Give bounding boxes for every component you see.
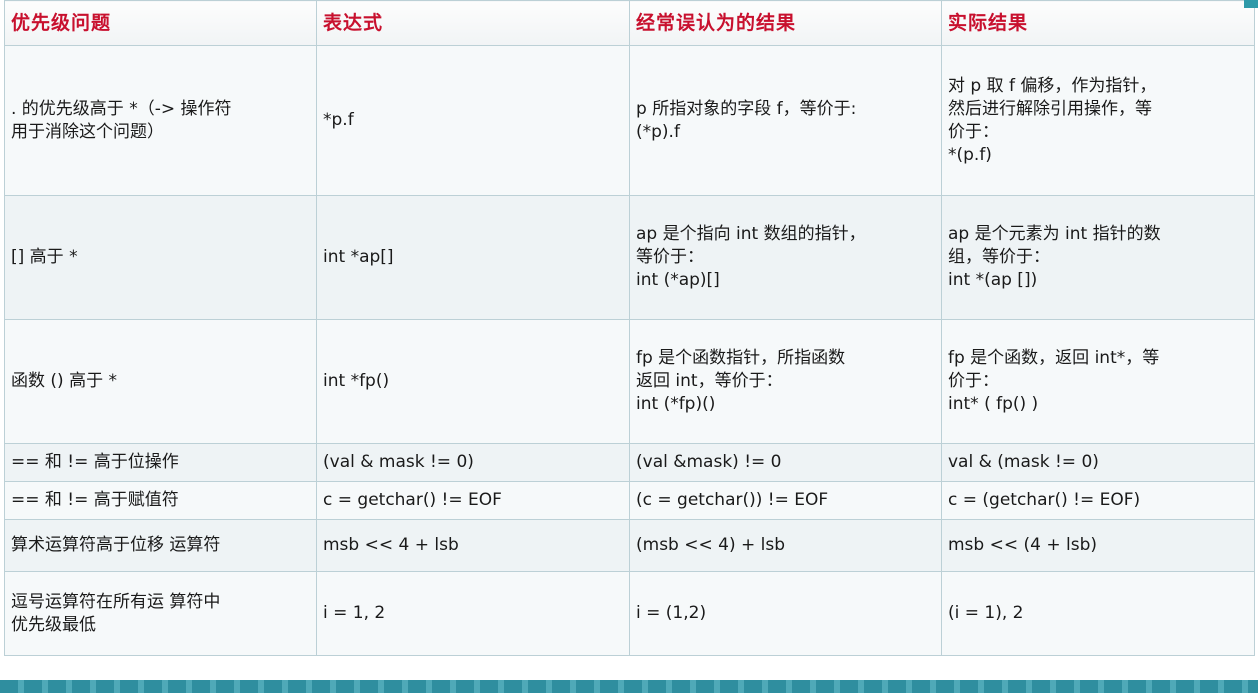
cell-text-line: fp 是个函数，返回 int*，等 bbox=[948, 348, 1160, 368]
cell-text-line: 用于消除这个问题） bbox=[11, 121, 164, 142]
header-actual-result: 实际结果 bbox=[941, 0, 1255, 46]
table-row: 函数 () 高于 * int *fp() fp 是个函数指针，所指函数 返回 int，… bbox=[4, 319, 1255, 444]
cell-actual-result: fp 是个函数，返回 int*，等 价于： int* ( fp() ) bbox=[941, 319, 1255, 444]
cell-expression: int *fp() bbox=[316, 319, 630, 444]
cell-issue: 逗号运算符在所有运 算符中 优先级最低 bbox=[4, 571, 317, 656]
cell-text-line: val & (mask != 0) bbox=[948, 452, 1099, 472]
cell-text-line: *(p.f) bbox=[948, 144, 992, 165]
cell-text-line: (val & mask != 0) bbox=[323, 452, 474, 472]
cell-expression: c = getchar() != EOF bbox=[316, 481, 630, 520]
cell-text-line: int *fp() bbox=[323, 371, 390, 391]
cell-text-line: 逗号运算符在所有运 算符中 bbox=[11, 591, 221, 612]
cell-text-line: i = 1, 2 bbox=[323, 603, 386, 623]
cell-text-line: ap 是个元素为 int 指针的数 bbox=[948, 224, 1161, 244]
cell-mistaken-result: (c = getchar()) != EOF bbox=[629, 481, 942, 520]
cell-text-line: (i = 1), 2 bbox=[948, 603, 1024, 623]
cell-text-line: p 所指对象的字段 f，等价于: bbox=[636, 98, 857, 119]
cell-mistaken-result: fp 是个函数指针，所指函数 返回 int，等价于： int (*fp)() bbox=[629, 319, 942, 444]
cell-actual-result: val & (mask != 0) bbox=[941, 443, 1255, 482]
cell-text-line: msb << 4 + lsb bbox=[323, 535, 459, 555]
corner-accent bbox=[1244, 0, 1258, 8]
cell-text-line: int* ( fp() ) bbox=[948, 394, 1039, 414]
header-mistaken-result: 经常误认为的结果 bbox=[629, 0, 942, 46]
cell-actual-result: (i = 1), 2 bbox=[941, 571, 1255, 656]
cell-issue: == 和 != 高于赋值符 bbox=[4, 481, 317, 520]
cell-text-line: int *ap[] bbox=[323, 247, 394, 267]
table-body: . 的优先级高于 *（-> 操作符 用于消除这个问题） *p.f p 所指对象的字段 … bbox=[4, 45, 1255, 656]
cell-text-line: 优先级最低 bbox=[11, 614, 96, 635]
cell-text-line: 返回 int，等价于： bbox=[636, 371, 783, 391]
cell-text-line: ap 是个指向 int 数组的指针， bbox=[636, 224, 866, 244]
cell-text-line: == 和 != 高于位操作 bbox=[11, 452, 179, 472]
cell-text-line: == 和 != 高于赋值符 bbox=[11, 490, 179, 510]
cell-issue: 函数 () 高于 * bbox=[4, 319, 317, 444]
header-row: 优先级问题 表达式 经常误认为的结果 实际结果 bbox=[4, 0, 1255, 46]
cell-actual-result: 对 p 取 f 偏移，作为指针， 然后进行解除引用操作，等 价于： *(p.f) bbox=[941, 45, 1255, 196]
cell-mistaken-result: (msb << 4) + lsb bbox=[629, 519, 942, 572]
cell-text-line: int (*ap)[] bbox=[636, 270, 720, 290]
header-expression: 表达式 bbox=[316, 0, 630, 46]
cell-text-line: int (*fp)() bbox=[636, 394, 716, 414]
header-issue: 优先级问题 bbox=[4, 0, 317, 46]
table-paper: 优先级问题 表达式 经常误认为的结果 实际结果 . 的优先级高于 *（-> 操作… bbox=[0, 0, 1258, 680]
cell-mistaken-result: p 所指对象的字段 f，等价于: (*p).f bbox=[629, 45, 942, 196]
cell-expression: msb << 4 + lsb bbox=[316, 519, 630, 572]
cell-text-line: 函数 () 高于 * bbox=[11, 371, 117, 391]
cell-issue: . 的优先级高于 *（-> 操作符 用于消除这个问题） bbox=[4, 45, 317, 196]
cell-text-line: 组，等价于： bbox=[948, 247, 1050, 267]
cell-mistaken-result: i = (1,2) bbox=[629, 571, 942, 656]
cell-actual-result: ap 是个元素为 int 指针的数 组，等价于： int *(ap []) bbox=[941, 195, 1255, 320]
cell-text-line: c = (getchar() != EOF) bbox=[948, 490, 1141, 510]
table-row: . 的优先级高于 *（-> 操作符 用于消除这个问题） *p.f p 所指对象的字段 … bbox=[4, 45, 1255, 196]
cell-text-line: *p.f bbox=[323, 110, 354, 130]
cell-text-line: . 的优先级高于 *（-> 操作符 bbox=[11, 98, 232, 119]
cell-text-line: 价于： bbox=[948, 371, 999, 391]
cell-expression: i = 1, 2 bbox=[316, 571, 630, 656]
cell-text-line: c = getchar() != EOF bbox=[323, 490, 502, 510]
decorative-bottom-strip bbox=[0, 680, 1258, 693]
cell-text-line: (msb << 4) + lsb bbox=[636, 535, 786, 555]
cell-mistaken-result: ap 是个指向 int 数组的指针， 等价于： int (*ap)[] bbox=[629, 195, 942, 320]
cell-actual-result: msb << (4 + lsb) bbox=[941, 519, 1255, 572]
table-row: 逗号运算符在所有运 算符中 优先级最低 i = 1, 2 i = (1,2) (i = … bbox=[4, 571, 1255, 656]
cell-text-line: 对 p 取 f 偏移，作为指针， bbox=[948, 75, 1157, 96]
cell-text-line: (val &mask) != 0 bbox=[636, 452, 782, 472]
cell-expression: int *ap[] bbox=[316, 195, 630, 320]
cell-text-line: (c = getchar()) != EOF bbox=[636, 490, 829, 510]
cell-text-line: int *(ap []) bbox=[948, 270, 1038, 290]
cell-text-line: 等价于： bbox=[636, 247, 704, 267]
cell-text-line: 价于： bbox=[948, 121, 999, 142]
cell-text-line: 算术运算符高于位移 运算符 bbox=[11, 535, 221, 555]
table-row: 算术运算符高于位移 运算符 msb << 4 + lsb (msb << 4) + … bbox=[4, 519, 1255, 572]
table-row: == 和 != 高于位操作 (val & mask != 0) (val &mask… bbox=[4, 443, 1255, 482]
precedence-table: 优先级问题 表达式 经常误认为的结果 实际结果 . 的优先级高于 *（-> 操作… bbox=[4, 0, 1255, 656]
cell-expression: *p.f bbox=[316, 45, 630, 196]
cell-issue: [] 高于 * bbox=[4, 195, 317, 320]
cell-text-line: fp 是个函数指针，所指函数 bbox=[636, 348, 846, 368]
cell-text-line: 然后进行解除引用操作，等 bbox=[948, 98, 1152, 119]
table-row: == 和 != 高于赋值符 c = getchar() != EOF (c = ge… bbox=[4, 481, 1255, 520]
cell-issue: == 和 != 高于位操作 bbox=[4, 443, 317, 482]
table-row: [] 高于 * int *ap[] ap 是个指向 int 数组的指针， 等价于： in… bbox=[4, 195, 1255, 320]
cell-text-line: i = (1,2) bbox=[636, 603, 707, 623]
cell-mistaken-result: (val &mask) != 0 bbox=[629, 443, 942, 482]
slide-frame: 优先级问题 表达式 经常误认为的结果 实际结果 . 的优先级高于 *（-> 操作… bbox=[0, 0, 1258, 693]
cell-text-line: (*p).f bbox=[636, 121, 680, 142]
cell-actual-result: c = (getchar() != EOF) bbox=[941, 481, 1255, 520]
cell-text-line: [] 高于 * bbox=[11, 247, 78, 267]
cell-expression: (val & mask != 0) bbox=[316, 443, 630, 482]
cell-text-line: msb << (4 + lsb) bbox=[948, 535, 1098, 555]
cell-issue: 算术运算符高于位移 运算符 bbox=[4, 519, 317, 572]
